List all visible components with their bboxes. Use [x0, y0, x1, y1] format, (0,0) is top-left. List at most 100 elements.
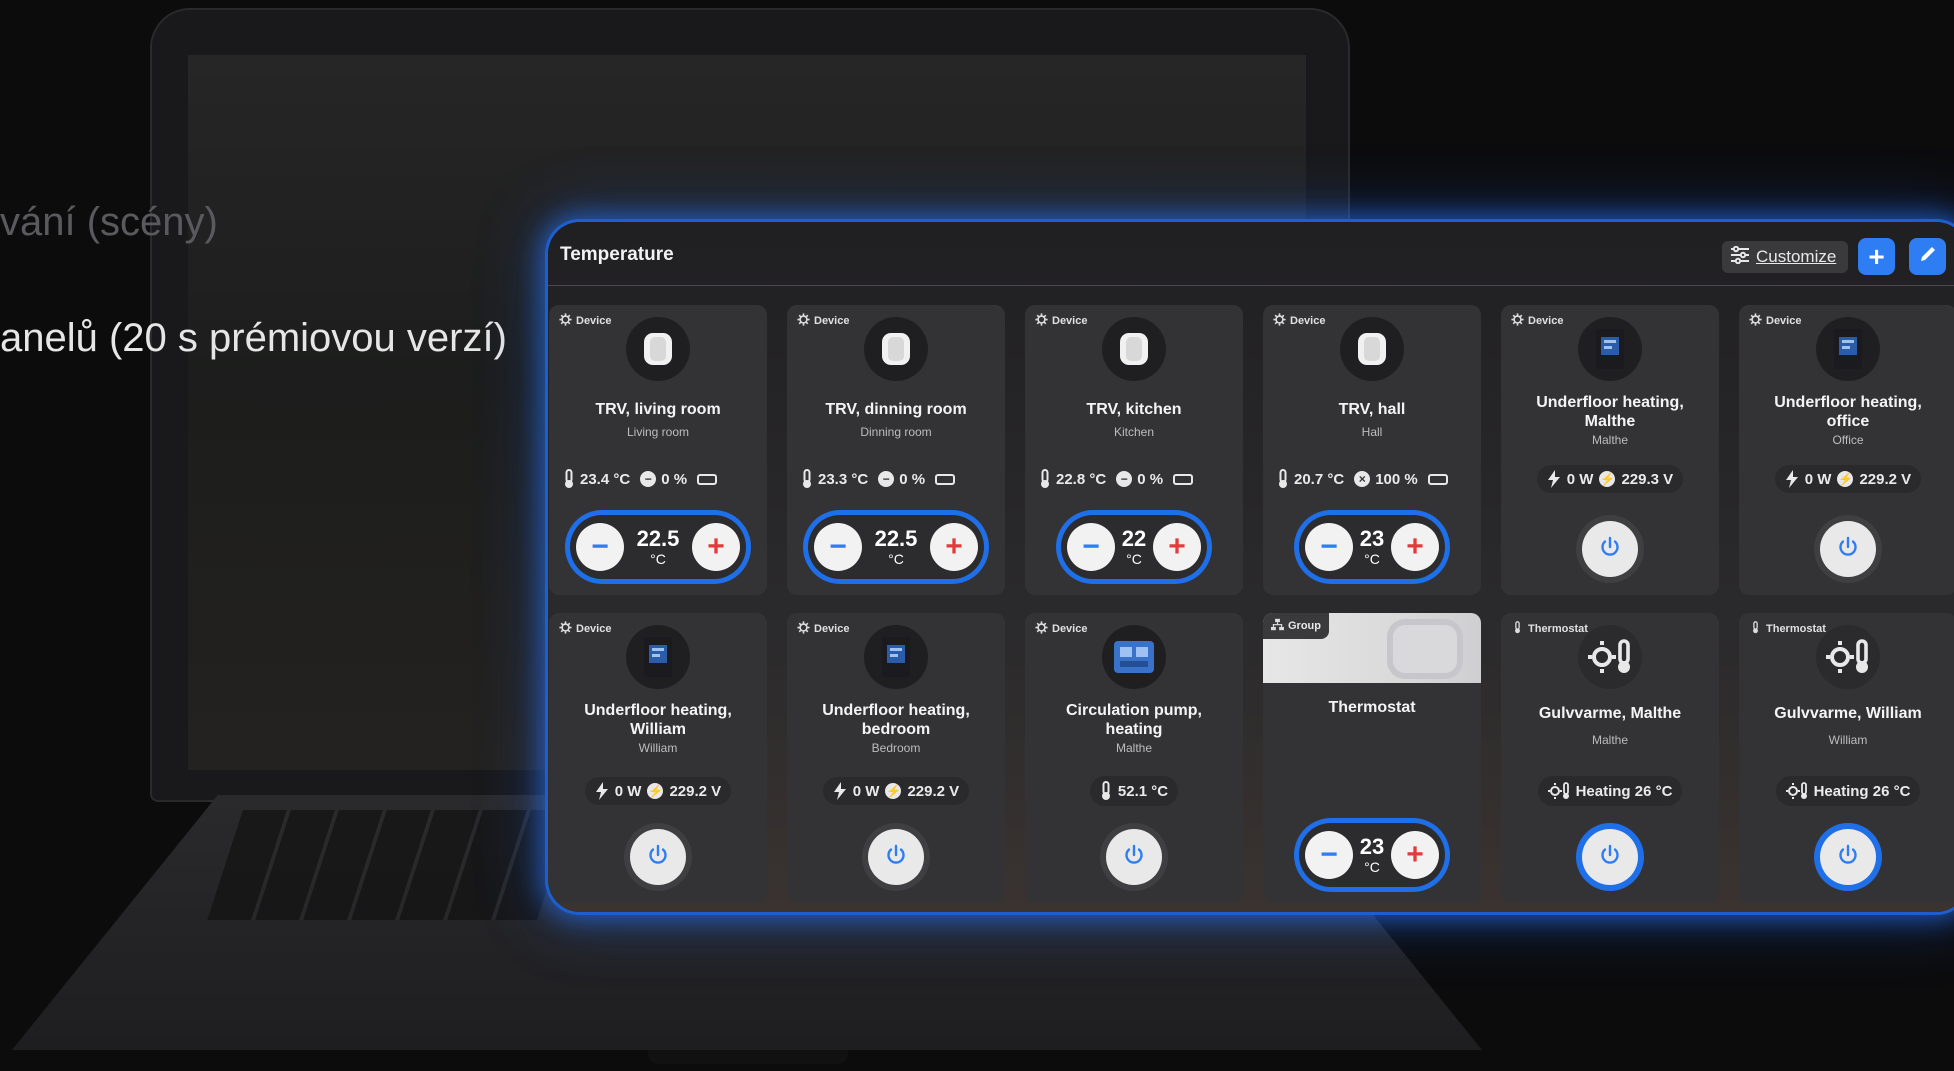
power-icon [1836, 535, 1860, 564]
device-card[interactable]: Device Underfloor heating, bedroom Bedroom 0… [787, 613, 1005, 903]
type-badge: Device [1035, 313, 1087, 329]
status-row: Heating 26 °C [1501, 775, 1719, 807]
gear-icon [559, 621, 572, 637]
temperature-reading: 20.7 °C [1277, 469, 1344, 489]
device-room: Malthe [1591, 433, 1629, 447]
heating-value: Heating 26 °C [1813, 782, 1911, 800]
gear-icon [1749, 313, 1762, 329]
power-value: 0 W [1804, 470, 1832, 488]
device-card[interactable]: Group Thermostat −23 °C + [1263, 613, 1481, 903]
valve-reading: × 100 % [1354, 471, 1418, 488]
power-value: 0 W [614, 782, 642, 800]
setpoint-unit: °C [1126, 551, 1142, 567]
gear-thermometer-icon [1547, 781, 1570, 801]
setpoint-control: −23 °C + [1299, 823, 1445, 887]
bolt-icon [1785, 470, 1799, 488]
valve-value: 0 % [661, 470, 688, 488]
device-name: Underfloor heating, office [1745, 393, 1951, 431]
decrease-button[interactable]: − [1305, 831, 1353, 879]
device-card[interactable]: Thermostat Gulvvarme, Malthe Malthe Heating… [1501, 613, 1719, 903]
temperature-reading: 22.8 °C [1039, 469, 1106, 489]
setpoint-value: 22.5 °C [636, 526, 680, 567]
power-button[interactable] [868, 829, 924, 885]
device-card[interactable]: Device TRV, dinning room Dinning room 23.3 … [787, 305, 1005, 595]
device-card[interactable]: Device Underfloor heating, Malthe Malthe 0 W… [1501, 305, 1719, 595]
add-button[interactable]: + [1858, 238, 1895, 275]
power-icon [1122, 843, 1146, 872]
increase-button[interactable]: + [929, 523, 978, 571]
device-name: TRV, dinning room [825, 401, 967, 418]
device-card[interactable]: Device TRV, hall Hall 20.7 °C × 100 % −23 °C + [1263, 305, 1481, 595]
thermostat-device-icon [1387, 619, 1463, 679]
setpoint-value: 22 °C [1122, 528, 1146, 567]
voltage-value: 229.2 V [907, 782, 960, 800]
decrease-button[interactable]: − [1305, 523, 1353, 571]
power-reading: 0 W ⚡ 229.2 V [584, 777, 732, 805]
increase-button[interactable]: + [1390, 831, 1439, 879]
device-name: Thermostat [1328, 699, 1416, 716]
laptop-keyboard [207, 810, 573, 920]
increase-button[interactable]: + [691, 523, 740, 571]
panel-header: Temperature Customize + [548, 222, 1954, 286]
battery-icon [1427, 473, 1448, 485]
power-button[interactable] [1582, 829, 1638, 885]
status-row: 22.8 °C −0 % [1039, 463, 1243, 495]
device-name: TRV, kitchen [1086, 401, 1182, 418]
edit-button[interactable] [1909, 238, 1946, 275]
bolt-icon [833, 782, 847, 800]
device-card[interactable]: Device TRV, kitchen Kitchen 22.8 °C −0 % −22 °… [1025, 305, 1243, 595]
device-card[interactable]: Device Underfloor heating, office Office 0 W… [1739, 305, 1954, 595]
minus-circle-icon: − [1116, 471, 1133, 487]
power-button[interactable] [1820, 829, 1876, 885]
voltage-icon: ⚡ [1837, 471, 1854, 487]
status-row: 0 W ⚡ 229.2 V [1739, 463, 1954, 495]
setpoint-number: 22.5 [636, 526, 680, 551]
heating-status: Heating 26 °C [1537, 776, 1683, 806]
power-icon [1836, 843, 1860, 872]
decrease-button[interactable]: − [1067, 523, 1115, 571]
status-row: 23.3 °C −0 % [801, 463, 1005, 495]
power-button[interactable] [1820, 521, 1876, 577]
device-name-line1: Underfloor heating, [1536, 394, 1684, 411]
power-value: 0 W [1566, 470, 1594, 488]
status-row: 23.4 °C −0 % [563, 463, 767, 495]
radiator-valve-icon [1340, 317, 1404, 381]
increase-button[interactable]: + [1152, 523, 1201, 571]
device-room: William [1828, 733, 1868, 747]
type-badge: Thermostat [1749, 621, 1826, 637]
setpoint-value: 22.5 °C [875, 528, 918, 567]
thermometer-icon [1100, 781, 1112, 801]
device-card[interactable]: Thermostat Gulvvarme, William William Heati… [1739, 613, 1954, 903]
minus-circle-icon: − [878, 471, 895, 487]
battery-icon [1173, 473, 1194, 485]
power-button[interactable] [630, 829, 686, 885]
power-icon [1598, 843, 1622, 872]
device-room: Bedroom [871, 741, 921, 755]
device-room: Hall [1361, 425, 1383, 439]
power-button[interactable] [1106, 829, 1162, 885]
type-badge: Device [797, 621, 849, 637]
device-card[interactable]: Device Circulation pump, heating Malthe 52.1… [1025, 613, 1243, 903]
badge-label: Device [1528, 315, 1564, 327]
device-card[interactable]: Device TRV, living room Living room 23.4 °C… [549, 305, 767, 595]
badge-label: Device [1052, 315, 1088, 327]
voltage-icon: ⚡ [647, 783, 664, 799]
valve-reading: −0 % [878, 471, 925, 488]
pencil-icon [1918, 244, 1938, 269]
thermometer-icon [1039, 469, 1051, 489]
device-name-line1: Underfloor heating, [1774, 394, 1922, 411]
device-name: Underfloor heating, William [555, 701, 761, 739]
customize-button[interactable]: Customize [1722, 241, 1849, 273]
decrease-button[interactable]: − [814, 523, 862, 571]
valve-reading: −0 % [1116, 471, 1163, 488]
badge-label: Device [1052, 623, 1088, 635]
decrease-button[interactable]: − [576, 523, 624, 571]
badge-label: Device [814, 623, 850, 635]
device-card[interactable]: Device Underfloor heating, William William 0… [549, 613, 767, 903]
device-room: Malthe [1115, 741, 1153, 755]
page-title: Temperature [560, 244, 674, 265]
increase-button[interactable]: + [1390, 523, 1439, 571]
setpoint-control: −23 °C + [1299, 515, 1445, 579]
power-button[interactable] [1582, 521, 1638, 577]
type-badge: Device [797, 313, 849, 329]
